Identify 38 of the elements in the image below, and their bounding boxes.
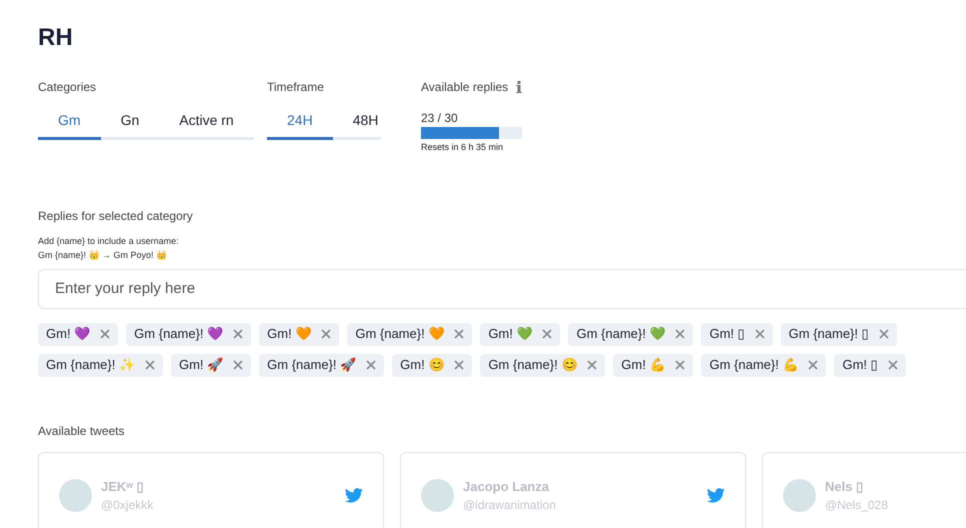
section-label: Categories: [38, 79, 98, 96]
section-label: Available replies: [421, 79, 508, 96]
chip-text: Gm {name}! 🚀: [267, 356, 356, 374]
chip-text: Gm {name}! 💪: [709, 356, 798, 374]
chip-text: Gm! 😊: [400, 356, 444, 374]
user-name: Nels ▯: [825, 478, 864, 496]
user-name: Jacopo Lanza: [463, 478, 550, 496]
reply-input[interactable]: Enter your reply here: [38, 268, 966, 308]
chip-text: Gm! 💪: [621, 356, 666, 374]
hint-text: Gm {name}! 👑 → Gm Poyo! 👑: [38, 248, 168, 262]
tab[interactable]: Active rn: [159, 110, 254, 140]
reply-count: 23 / 30: [421, 110, 459, 127]
chip-text: Gm! ▯: [709, 325, 745, 344]
chip-text: Gm {name}! 💚: [576, 325, 666, 344]
user-handle: @Nels_028: [825, 497, 889, 514]
tab[interactable]: 48H: [332, 110, 398, 140]
chip-text: Gm {name}! ▯: [788, 325, 869, 344]
tab[interactable]: Gn: [100, 110, 160, 140]
chip-text: Gm {name}! 💜: [134, 325, 224, 344]
chip-text: Gm! 🚀: [178, 356, 224, 374]
reset-note: Resets in 6 h 35 min: [421, 141, 504, 154]
section-label: Replies for selected category: [38, 208, 194, 224]
chip-text: Gm {name}! 🧡: [355, 325, 444, 344]
chip-text: Gm! 🧡: [267, 325, 312, 344]
user-handle: @0xjekkk: [101, 497, 154, 514]
user-handle: @idrawanimation: [463, 497, 557, 514]
hint-text: Add {name} to include a username:: [38, 234, 180, 248]
page-title: RH: [38, 23, 74, 53]
chip-text: Gm! ▯: [842, 356, 878, 374]
user-name: JEKʷ ▯: [101, 478, 145, 496]
tab[interactable]: 24H: [267, 110, 333, 140]
section-label: Timeframe: [267, 79, 325, 96]
chip-text: Gm! 💜: [46, 325, 90, 344]
chip-text: Gm {name}! 😊: [488, 356, 578, 374]
section-label: Available tweets: [38, 422, 126, 440]
chip-text: Gm! 💚: [488, 325, 532, 344]
chip-text: Gm {name}! ✨: [46, 356, 135, 374]
tab[interactable]: Gm: [38, 110, 101, 140]
